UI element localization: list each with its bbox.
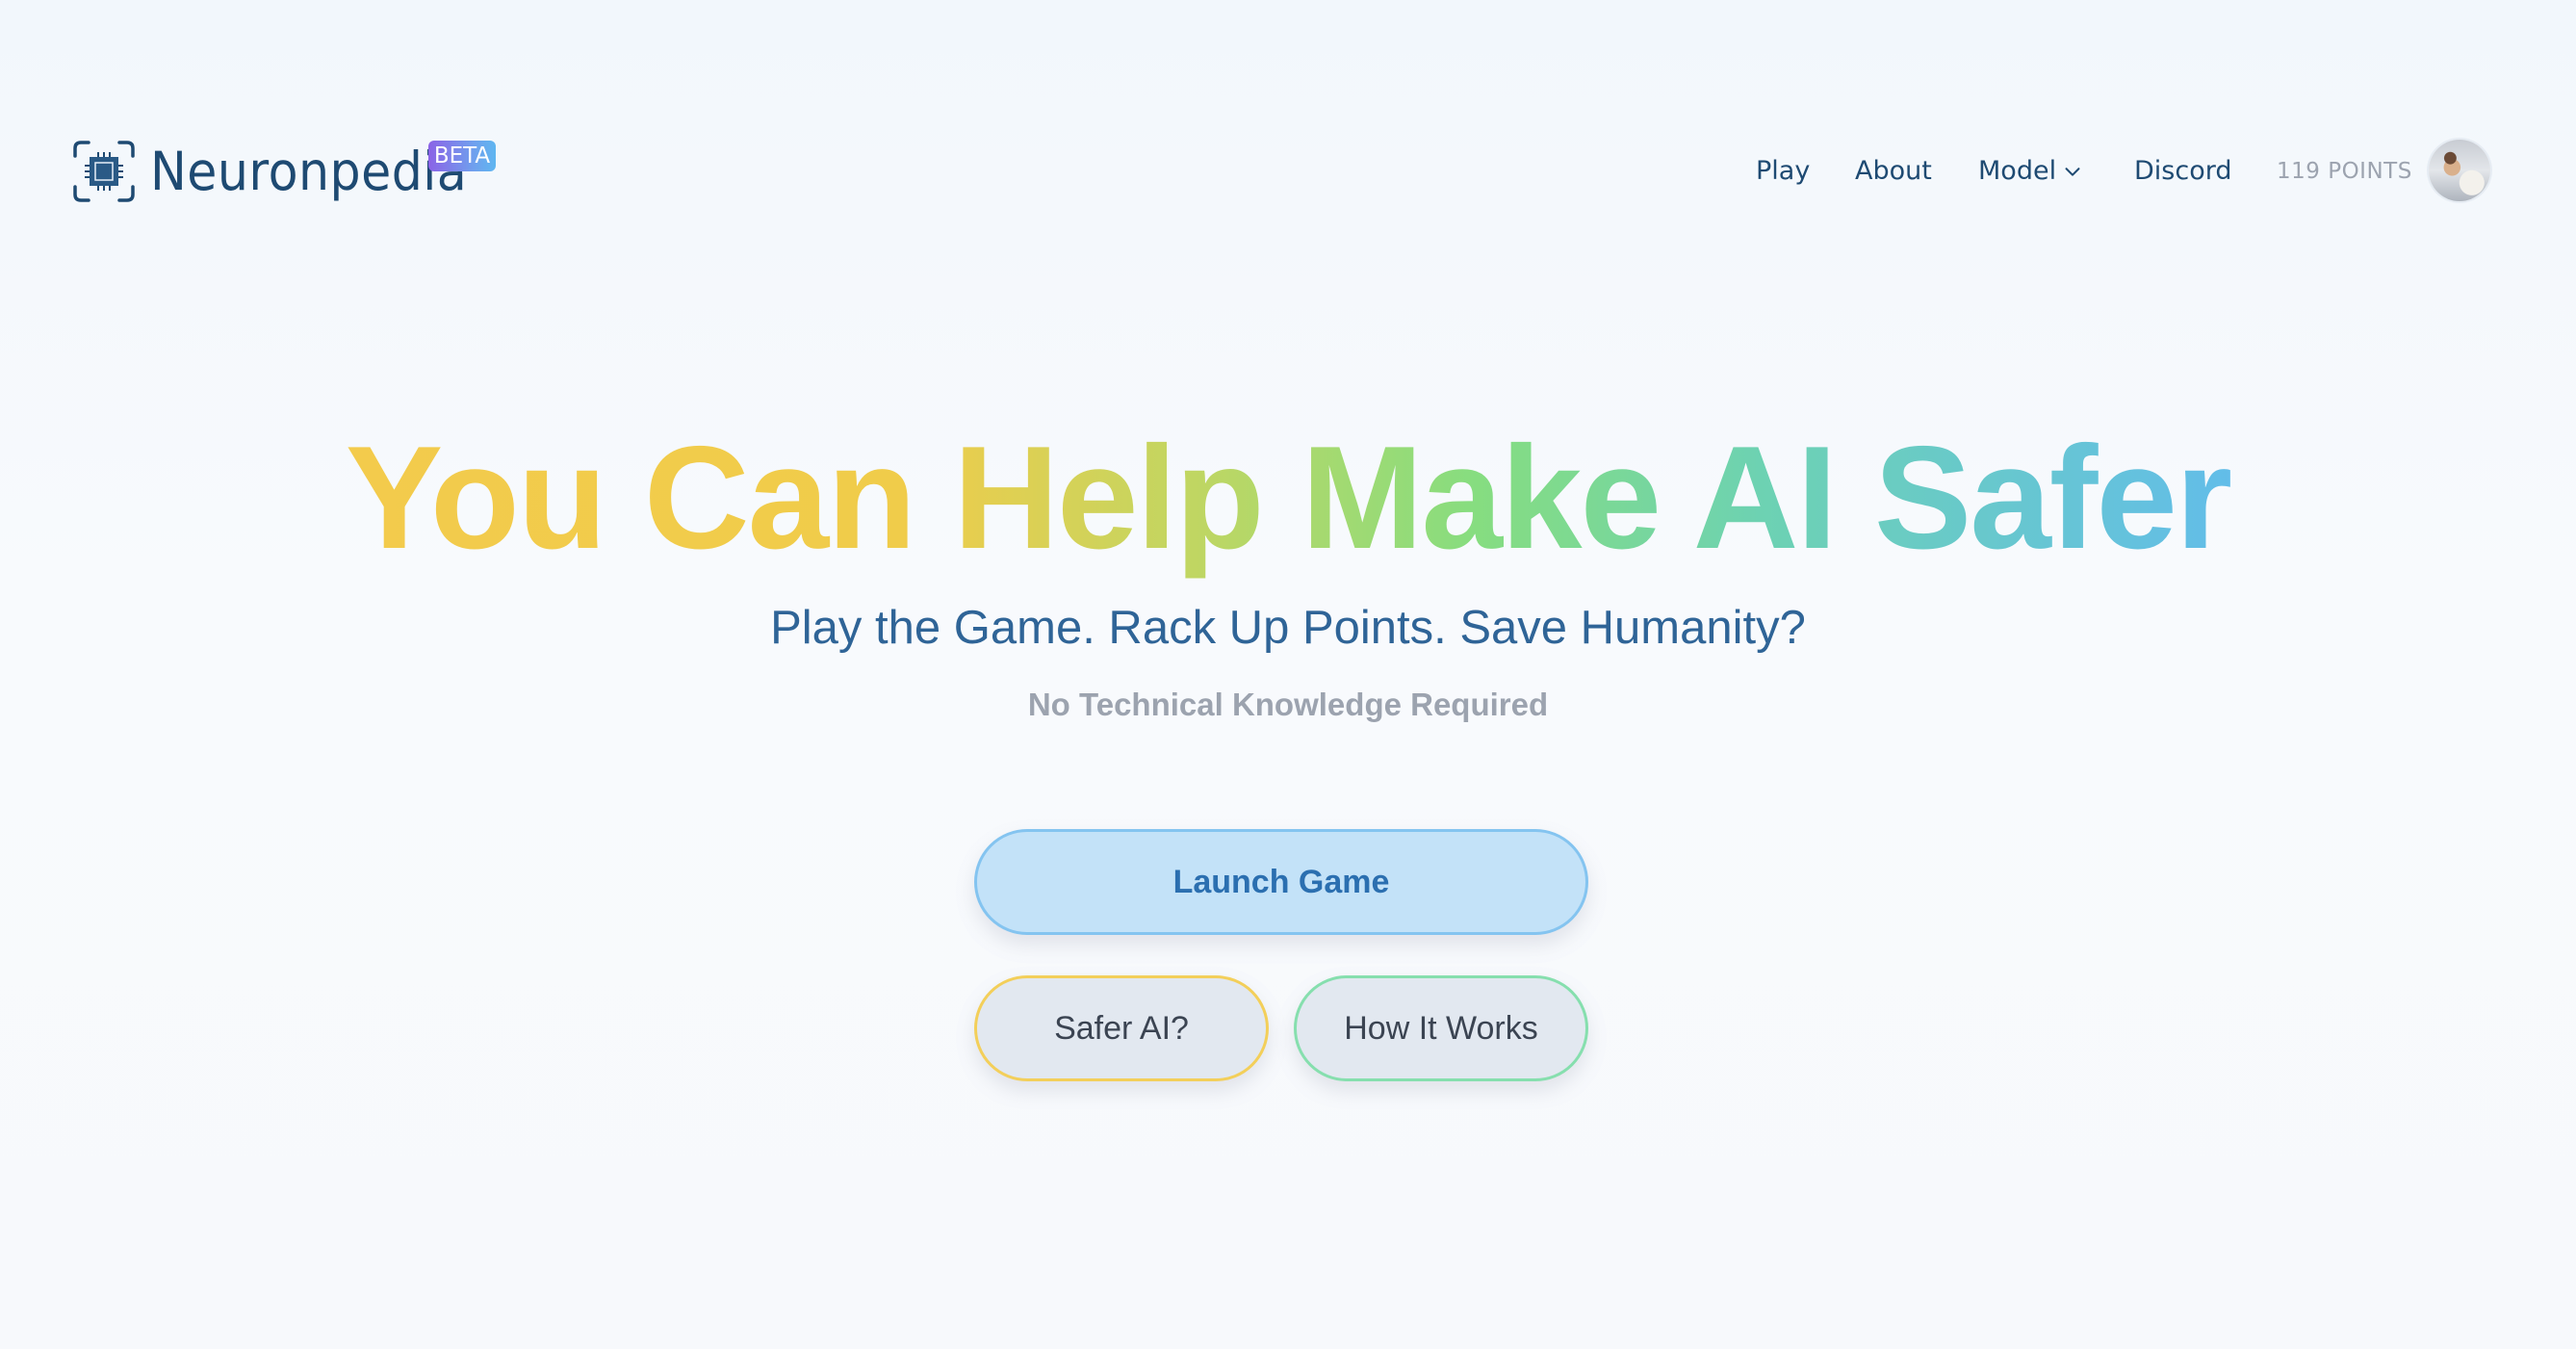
launch-game-button[interactable]: Launch Game bbox=[974, 829, 1588, 935]
nav-about[interactable]: About bbox=[1855, 152, 1932, 191]
site-header: Neuronpedia BETA Play About Model Discor… bbox=[0, 0, 2576, 289]
logo-text: Neuronpedia bbox=[150, 141, 468, 202]
points-counter: 119 POINTS bbox=[2277, 159, 2412, 184]
user-avatar[interactable] bbox=[2429, 140, 2490, 201]
hero-headline: You Can Help Make AI Safer bbox=[0, 416, 2576, 580]
safer-ai-button[interactable]: Safer AI? bbox=[974, 975, 1269, 1081]
hero-tagline: No Technical Knowledge Required bbox=[1027, 687, 1549, 722]
nav-discord[interactable]: Discord bbox=[2134, 152, 2232, 191]
hero-subtitle: Play the Game. Rack Up Points. Save Huma… bbox=[770, 602, 1806, 654]
nav-play[interactable]: Play bbox=[1756, 152, 1810, 191]
nav-model-label: Model bbox=[1978, 156, 2057, 186]
beta-badge: BETA bbox=[428, 141, 496, 171]
how-it-works-button[interactable]: How It Works bbox=[1294, 975, 1588, 1081]
hero-headline-text: You Can Help Make AI Safer bbox=[345, 416, 2232, 580]
nav-model-dropdown[interactable]: Model bbox=[1978, 152, 2083, 191]
chip-icon bbox=[73, 141, 135, 202]
chevron-down-icon bbox=[2065, 168, 2080, 176]
